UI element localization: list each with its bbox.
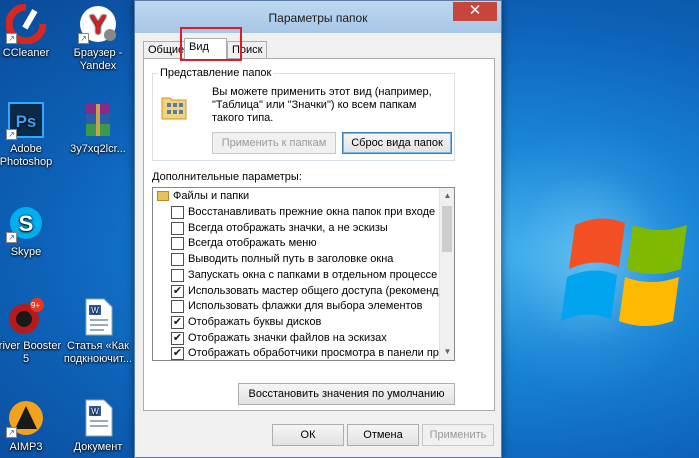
dialog-title: Параметры папок — [268, 11, 368, 25]
notification-badge: 9+ — [31, 301, 41, 310]
checkbox[interactable]: ✔ — [171, 284, 184, 298]
checkbox[interactable]: ✔ — [171, 347, 184, 360]
desktop-icon-label: Статья «Как подкноючит... — [63, 340, 133, 365]
ok-button[interactable]: ОК — [272, 424, 344, 446]
scroll-down-arrow-icon[interactable]: ▼ — [440, 344, 454, 360]
shortcut-arrow-icon: ↗ — [6, 427, 17, 438]
settings-list-item[interactable]: ✔ Отображать обработчики просмотра в пане… — [153, 345, 454, 360]
settings-list-item-label: Выводить полный путь в заголовке окна — [188, 253, 394, 266]
settings-list-item-label: Использовать флажки для выбора элементов — [188, 300, 423, 313]
ccleaner-icon: ↗ — [5, 3, 47, 45]
tree-root-label: Файлы и папки — [173, 190, 250, 202]
folder-view-description: Вы можете применить этот вид (например, … — [212, 86, 432, 124]
desktop-icon-label: Документ — [73, 441, 123, 453]
settings-list-item[interactable]: ✔ Использовать мастер общего доступа (рек… — [153, 283, 454, 299]
apply-button[interactable]: Применить — [422, 424, 494, 446]
tree-root-files-folders[interactable]: Файлы и папки — [153, 188, 441, 204]
settings-list-item[interactable]: Всегда отображать меню — [153, 235, 441, 251]
svg-text:W: W — [91, 306, 99, 315]
apply-to-folders-button[interactable]: Применить к папкам — [212, 132, 336, 154]
checkbox[interactable] — [171, 253, 184, 267]
settings-list-item-label: Запускать окна с папками в отдельном про… — [188, 268, 438, 281]
settings-list-item-label: Отображать буквы дисков — [188, 315, 322, 328]
shortcut-arrow-icon: ↗ — [78, 33, 89, 44]
desktop-icon-label: 3y7xq2lcr... — [70, 143, 126, 155]
desktop-icon-label: Браузер - Yandex — [73, 47, 123, 72]
checkbox[interactable] — [171, 221, 184, 235]
desktop-icon-label: Driver Booster 5 — [0, 340, 62, 365]
desktop-icon-skype[interactable]: S ↗ Skype — [0, 203, 62, 259]
aimp-icon: ↗ — [6, 398, 46, 438]
folder-view-title: Представление папок — [158, 67, 274, 79]
svg-text:W: W — [91, 407, 99, 416]
settings-list-item[interactable]: ✔ Отображать значки файлов на эскизах — [153, 330, 441, 346]
desktop-icon-document[interactable]: W Документ — [62, 398, 134, 454]
cancel-button[interactable]: Отмена — [347, 424, 419, 446]
folder-view-icon — [161, 97, 187, 120]
svg-text:Ps: Ps — [16, 112, 37, 131]
desktop-icon-archive[interactable]: 3y7xq2lcr... — [62, 100, 134, 156]
settings-list-item[interactable]: Использовать флажки для выбора элементов — [153, 298, 441, 314]
settings-list-item-label: Всегда отображать значки, а не эскизы — [188, 221, 388, 234]
desktop-icon-label: Skype — [10, 246, 42, 258]
settings-list-item[interactable]: Всегда отображать значки, а не эскизы — [153, 220, 441, 236]
checkbox[interactable]: ✔ — [171, 331, 184, 345]
scrollbar-thumb[interactable] — [442, 206, 452, 252]
desktop-icon-aimp3[interactable]: ↗ AIMP3 — [0, 398, 62, 454]
folder-options-dialog: Параметры папок ✕ Общие Вид Поиск Предст… — [134, 0, 502, 458]
svg-text:S: S — [19, 211, 34, 236]
scroll-up-arrow-icon[interactable]: ▲ — [440, 188, 454, 204]
yandex-browser-icon: Y ↗ — [78, 4, 118, 44]
close-button[interactable]: ✕ — [453, 2, 497, 21]
reset-folder-view-button[interactable]: Сброс вида папок — [342, 132, 452, 154]
desktop-icon-label: CCleaner — [2, 47, 50, 59]
settings-list-item-label: Всегда отображать меню — [188, 237, 317, 250]
view-tab-panel: Представление папок Вы можете применить … — [143, 58, 495, 411]
desktop-icon-label: Adobe Photoshop — [0, 143, 53, 168]
settings-list-item[interactable]: Восстанавливать прежние окна папок при в… — [153, 204, 454, 220]
settings-list-item[interactable]: Выводить полный путь в заголовке окна — [153, 251, 441, 267]
settings-list-item[interactable]: ✔ Отображать буквы дисков — [153, 314, 441, 330]
folder-view-group: Представление папок Вы можете применить … — [152, 67, 455, 161]
shortcut-arrow-icon: ↗ — [6, 232, 17, 243]
folder-icon — [157, 191, 169, 201]
settings-list-item[interactable]: Запускать окна с папками в отдельном про… — [153, 267, 441, 283]
checkbox[interactable] — [171, 300, 184, 314]
checkbox[interactable]: ✔ — [171, 315, 184, 329]
photoshop-icon: Ps ↗ — [6, 100, 46, 140]
desktop-icon-article-doc[interactable]: W Статья «Как подкноючит... — [62, 297, 134, 366]
settings-list-item-label: Отображать значки файлов на эскизах — [188, 331, 387, 344]
tab-highlight-box — [180, 27, 242, 61]
advanced-settings-list[interactable]: Файлы и папки Восстанавливать прежние ок… — [152, 187, 455, 361]
vertical-scrollbar[interactable]: ▲ ▼ — [439, 188, 454, 360]
restore-defaults-button[interactable]: Восстановить значения по умолчанию — [238, 383, 455, 405]
settings-list-item-label: Отображать обработчики просмотра в панел… — [188, 347, 455, 360]
winrar-archive-icon — [78, 100, 118, 140]
desktop-icon-yandex[interactable]: Y ↗ Браузер - Yandex — [62, 4, 134, 73]
windows-logo — [561, 218, 687, 326]
desktop-icon-label: AIMP3 — [9, 441, 43, 453]
checkbox[interactable] — [171, 237, 184, 251]
desktop-icon-driver-booster[interactable]: 9+ Driver Booster 5 — [0, 297, 62, 366]
desktop-icon-ccleaner[interactable]: ↗ CCleaner — [0, 3, 62, 60]
settings-list-item-label: Использовать мастер общего доступа (реко… — [188, 284, 455, 297]
shortcut-arrow-icon: ↗ — [6, 129, 17, 140]
advanced-settings-label: Дополнительные параметры: — [152, 171, 302, 183]
shortcut-arrow-icon: ↗ — [6, 33, 17, 44]
settings-list-item-label: Восстанавливать прежние окна папок при в… — [188, 206, 455, 218]
checkbox[interactable] — [171, 268, 184, 282]
driver-booster-icon: 9+ — [6, 297, 46, 337]
desktop-icon-photoshop[interactable]: Ps ↗ Adobe Photoshop — [0, 100, 62, 169]
checkbox[interactable] — [171, 206, 184, 219]
word-document-icon: W — [78, 297, 118, 337]
skype-icon: S ↗ — [6, 203, 46, 243]
word-document-icon: W — [78, 398, 118, 438]
